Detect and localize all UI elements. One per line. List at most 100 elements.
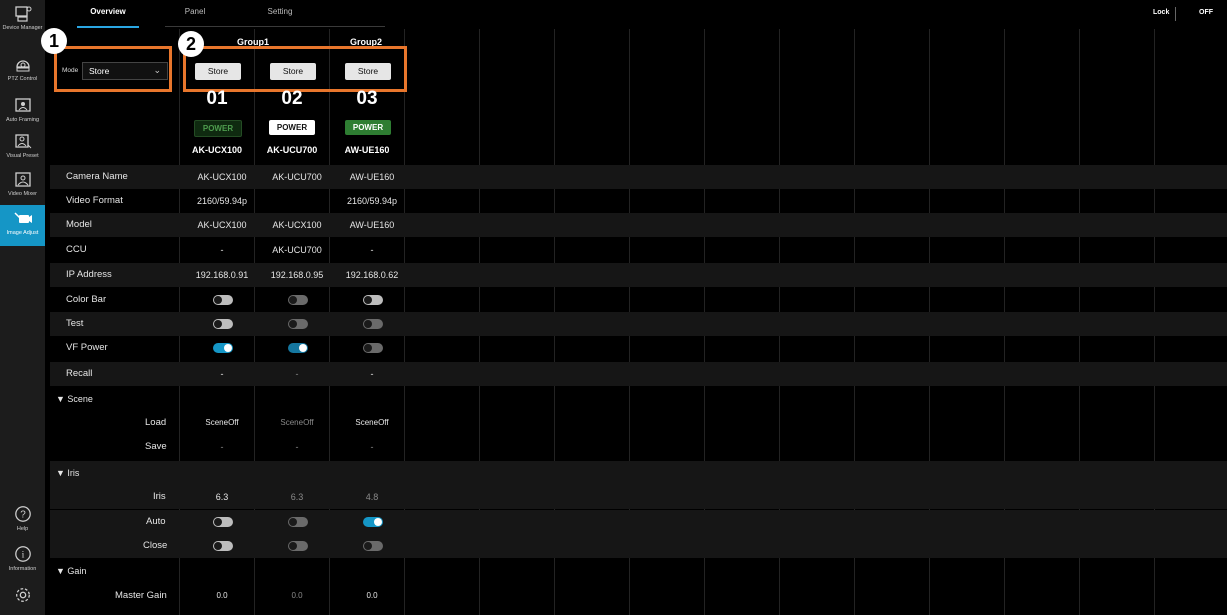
image-adjust-icon [13,212,32,223]
recall-cell: - [295,369,299,379]
row-vf-power: VF Power [50,336,1227,360]
visual-preset-icon [14,134,31,149]
camera-name-cell: AK-UCU700 [272,172,322,182]
test-toggle[interactable] [288,319,308,329]
iris-cell[interactable]: 6.3 [260,485,334,509]
section-iris-header[interactable]: ▼ Iris [56,461,79,485]
sidebar-item-label: Device Manager [2,25,43,31]
vf-power-toggle[interactable] [213,343,233,353]
color-bar-toggle[interactable] [288,295,308,305]
ptz-camera-icon [15,60,30,72]
row-color-bar: Color Bar [50,288,1227,312]
store-button[interactable]: Store [270,63,316,80]
row-label: Model [66,219,92,230]
vf-power-toggle[interactable] [288,343,308,353]
scene-save-cell[interactable]: - [185,435,259,459]
tab-underline [165,26,385,27]
row-label: Camera Name [66,171,128,182]
power-button[interactable]: POWER [194,120,242,137]
iris-auto-toggle[interactable] [213,517,233,527]
ip-address-cell: 192.168.0.62 [345,270,399,280]
model-cell: AK-UCX100 [272,220,322,230]
test-toggle[interactable] [213,319,233,329]
camera-name-cell: AW-UE160 [349,172,395,182]
row-model: Model AK-UCX100 AK-UCX100 AW-UE160 [50,213,1227,237]
section-gain[interactable]: ▼ Gain [50,559,1227,583]
iris-close-toggle[interactable] [363,541,383,551]
power-button[interactable]: POWER [345,120,391,135]
sidebar-item-label: Visual Preset [6,153,39,159]
row-test: Test [50,312,1227,336]
row-iris-close: Close [50,534,1227,558]
lock-label: Lock [1153,9,1170,16]
iris-auto-toggle[interactable] [288,517,308,527]
iris-cell[interactable]: 4.8 [335,485,409,509]
video-format-cell: 2160/59.94p [196,196,248,206]
camera-number: 03 [356,88,378,109]
sidebar-item-visual-preset[interactable]: Visual Preset [0,128,45,169]
recall-cell: - [370,369,374,379]
row-label: Save [145,441,167,452]
sidebar-item-device-manager[interactable]: Device Manager [0,0,45,41]
sidebar-item-label: Image Adjust [6,230,39,236]
model-cell: AK-UCX100 [197,220,247,230]
sidebar-item-auto-framing[interactable]: Auto Framing [0,92,45,133]
sidebar-item-image-adjust[interactable]: Image Adjust [0,205,45,246]
svg-text:?: ? [20,510,26,521]
store-button[interactable]: Store [345,63,391,80]
color-bar-toggle[interactable] [213,295,233,305]
iris-close-toggle[interactable] [213,541,233,551]
tab-panel[interactable]: Panel [170,4,220,26]
scene-save-cell[interactable]: - [335,435,409,459]
row-iris: Iris 6.3 6.3 4.8 [50,485,1227,509]
mode-select-value: Store [89,66,110,76]
master-gain-cell[interactable]: 0.0 [335,584,409,608]
svg-text:i: i [21,550,24,561]
scene-save-cell[interactable]: - [260,435,334,459]
row-label: Master Gain [115,590,167,601]
ip-address-cell: 192.168.0.91 [195,270,249,280]
section-scene[interactable]: ▼ Scene [50,387,1227,411]
iris-cell[interactable]: 6.3 [185,485,259,509]
row-label: IP Address [66,269,112,280]
vf-power-toggle[interactable] [363,343,383,353]
test-toggle[interactable] [363,319,383,329]
camera-number: 01 [206,88,228,109]
sidebar-item-help[interactable]: ? Help [0,505,45,532]
section-iris[interactable]: ▼ Iris [50,461,1227,485]
camera-model-label: AK-UCU700 [266,145,318,155]
video-mixer-icon [14,172,31,187]
iris-auto-toggle[interactable] [363,517,383,527]
ccu-cell: - [220,245,224,255]
sidebar-item-information[interactable]: i Information [0,545,45,572]
row-video-format: Video Format 2160/59.94p 2160/59.94p [50,189,1227,213]
scene-load-cell[interactable]: SceneOff [185,411,259,435]
color-bar-toggle[interactable] [363,295,383,305]
overview-panel: Camera Name AK-UCX100 AK-UCU700 AW-UE160… [45,29,1227,615]
callout-badge-2: 2 [178,31,204,57]
sidebar-item-ptz-control[interactable]: PTZ Control [0,51,45,92]
row-scene-save: Save - - - [50,435,1227,459]
lock-toggle[interactable]: OFF [1199,9,1213,16]
master-gain-cell[interactable]: 0.0 [260,584,334,608]
camera-model-label: AW-UE160 [344,145,390,155]
iris-close-toggle[interactable] [288,541,308,551]
scene-load-cell[interactable]: SceneOff [335,411,409,435]
mode-label: Mode [62,67,79,74]
master-gain-cell[interactable]: 0.0 [185,584,259,608]
tab-overview[interactable]: Overview [77,4,139,28]
store-button[interactable]: Store [195,63,241,80]
row-label: Recall [66,368,93,379]
sidebar-item-video-mixer[interactable]: Video Mixer [0,166,45,207]
tab-setting[interactable]: Setting [245,4,315,26]
section-scene-header[interactable]: ▼ Scene [56,387,93,411]
ip-address-cell: 192.168.0.95 [270,270,324,280]
auto-framing-icon [14,98,31,112]
divider [1175,7,1176,21]
scene-load-cell[interactable]: SceneOff [260,411,334,435]
power-button[interactable]: POWER [269,120,315,135]
sidebar-item-label: PTZ Control [7,76,38,82]
sidebar-item-settings[interactable] [0,586,45,607]
mode-select[interactable]: Store ⌄ [82,62,168,80]
section-gain-header[interactable]: ▼ Gain [56,559,86,583]
